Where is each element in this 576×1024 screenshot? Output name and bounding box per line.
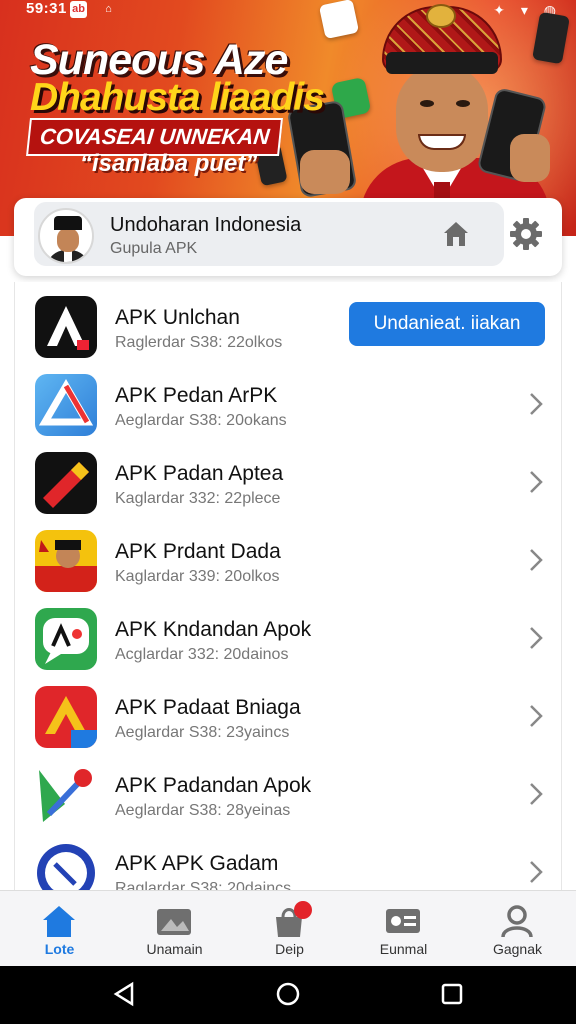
- chevron-right-icon[interactable]: [527, 780, 545, 808]
- app-thumbnail-icon: [318, 0, 360, 40]
- app-meta: Aeglardar S38: 23yaincs: [115, 724, 290, 741]
- profile-title: Undoharan Indonesia: [110, 214, 302, 236]
- profile-header: Undoharan Indonesia Gupula APK: [14, 198, 562, 276]
- list-item[interactable]: APK APK Gadam Raglardar S38: 20daincs: [15, 834, 561, 894]
- chevron-right-icon[interactable]: [527, 702, 545, 730]
- list-item[interactable]: APK Padan Aptea Kaglardar 332: 22plece: [15, 444, 561, 522]
- list-item[interactable]: APK Padandan Apok Aeglardar S38: 28yeina…: [15, 756, 561, 834]
- nav-label: Gagnak: [492, 941, 543, 957]
- nav-item-deip[interactable]: Deip: [232, 891, 347, 967]
- home-icon: [43, 906, 75, 937]
- banner-subheadline: Dhahusta liaadis: [30, 76, 325, 119]
- app-pen-icon: [35, 452, 97, 514]
- avatar[interactable]: [38, 208, 94, 264]
- app-needle-icon: [35, 764, 97, 826]
- download-button[interactable]: Undanieat. iiakan: [349, 302, 545, 346]
- app-name: APK Padan Aptea: [115, 462, 284, 485]
- profile-icon: [501, 905, 533, 938]
- home-icon[interactable]: [440, 218, 472, 250]
- chevron-right-icon[interactable]: [527, 468, 545, 496]
- app-meta: Acglardar 332: 20dainos: [115, 646, 289, 663]
- app-person-icon: [35, 530, 97, 592]
- app-name: APK Kndandan Apok: [115, 618, 312, 641]
- nav-item-home[interactable]: Lote: [2, 891, 117, 967]
- nav-label: Eunmal: [379, 941, 428, 957]
- notification-icon: ab: [70, 1, 87, 18]
- chevron-right-icon[interactable]: [527, 858, 545, 886]
- app-meta: Kaglardar 332: 22plece: [115, 490, 281, 507]
- app-triangle-icon: [35, 374, 97, 436]
- app-meta: Aeglardar S38: 28yeinas: [115, 802, 291, 819]
- app-name: APK APK Gadam: [115, 852, 279, 875]
- list-item[interactable]: APK Prdant Dada Kaglardar 339: 20olkos: [15, 522, 561, 600]
- nav-label: Deip: [275, 941, 304, 957]
- app-meta: Raglerdar S38: 22olkos: [115, 334, 283, 351]
- back-icon[interactable]: [110, 980, 138, 1008]
- nav-item-gallery[interactable]: Unamain: [117, 891, 232, 967]
- id-card-icon: [386, 909, 420, 933]
- bottom-navigation: Lote Unamain Deip Eunmal Gagnak: [0, 890, 576, 966]
- chevron-right-icon[interactable]: [527, 390, 545, 418]
- gear-icon[interactable]: [508, 216, 544, 252]
- app-name: APK Unlchan: [115, 306, 240, 329]
- nav-label: Lote: [44, 941, 75, 957]
- nav-item-account[interactable]: Eunmal: [346, 891, 461, 967]
- recents-icon[interactable]: [438, 980, 466, 1008]
- list-item[interactable]: APK Pedan ArPK Aeglardar S38: 20okans: [15, 366, 561, 444]
- app-meta: Aeglardar S38: 20okans: [115, 412, 287, 429]
- home-notification-icon: ⌂: [105, 3, 112, 15]
- nav-label: Unamain: [146, 941, 203, 957]
- app-name: APK Padandan Apok: [115, 774, 312, 797]
- app-drive-icon: [35, 686, 97, 748]
- notification-badge: [294, 901, 312, 919]
- app-a-logo-icon: [35, 296, 97, 358]
- system-navigation-bar: [0, 966, 576, 1024]
- app-meta: Kaglardar 339: 20olkos: [115, 568, 280, 585]
- chevron-right-icon[interactable]: [527, 546, 545, 574]
- app-phone-circle-icon: [35, 842, 97, 894]
- app-name: APK Prdant Dada: [115, 540, 281, 563]
- profile-subtitle: Gupula APK: [110, 240, 198, 257]
- app-list: APK Unlchan Raglerdar S38: 22olkos Undan…: [14, 282, 562, 894]
- status-time: 59:31: [26, 0, 67, 17]
- list-item[interactable]: APK Padaat Bniaga Aeglardar S38: 23yainc…: [15, 678, 561, 756]
- app-chat-icon: [35, 608, 97, 670]
- home-circle-icon[interactable]: [274, 980, 302, 1008]
- app-name: APK Pedan ArPK: [115, 384, 278, 407]
- image-folder-icon: [157, 909, 191, 935]
- chevron-right-icon[interactable]: [527, 624, 545, 652]
- banner-quote: “isanlaba puet”: [80, 150, 258, 177]
- list-item[interactable]: APK Kndandan Apok Acglardar 332: 20daino…: [15, 600, 561, 678]
- app-name: APK Padaat Bniaga: [115, 696, 301, 719]
- nav-item-profile[interactable]: Gagnak: [460, 891, 575, 967]
- list-item[interactable]: APK Unlchan Raglerdar S38: 22olkos Undan…: [15, 288, 561, 366]
